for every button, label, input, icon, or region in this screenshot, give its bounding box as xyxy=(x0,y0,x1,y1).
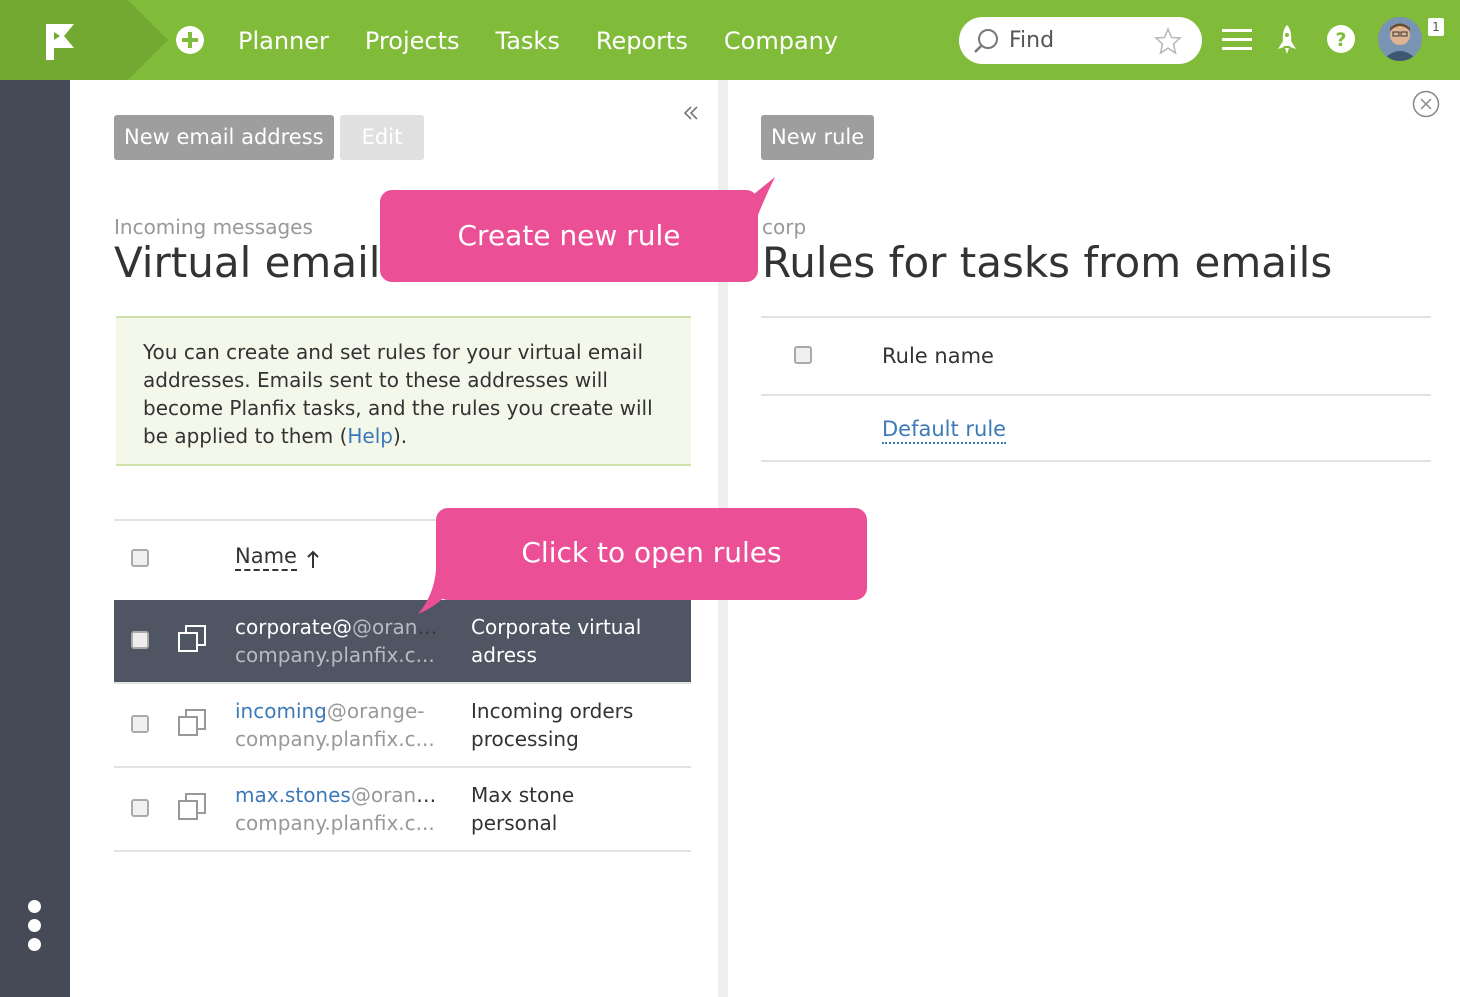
nav-projects[interactable]: Projects xyxy=(365,24,460,58)
help-link[interactable]: Help xyxy=(347,424,393,448)
row-checkbox[interactable] xyxy=(131,631,149,649)
close-icon[interactable] xyxy=(1412,90,1440,118)
svg-text:?: ? xyxy=(1335,29,1346,51)
more-icon[interactable] xyxy=(28,900,42,957)
nav-planner[interactable]: Planner xyxy=(238,24,329,58)
default-rule-link[interactable]: Default rule xyxy=(882,416,1007,444)
nav-tasks[interactable]: Tasks xyxy=(496,24,560,58)
callout-open-rules: Click to open rules xyxy=(436,508,867,600)
callout-create-rule: Create new rule xyxy=(380,190,758,282)
edit-button[interactable]: Edit xyxy=(340,115,424,160)
select-all-checkbox[interactable] xyxy=(131,549,149,567)
copy-icon[interactable] xyxy=(177,792,207,822)
nav-company[interactable]: Company xyxy=(724,24,838,58)
callout-tail xyxy=(728,177,775,215)
email-link[interactable]: incoming xyxy=(235,699,327,723)
search-icon xyxy=(974,29,998,53)
logo-arrow xyxy=(128,0,168,80)
star-icon[interactable] xyxy=(1154,27,1182,55)
select-all-rules-checkbox[interactable] xyxy=(794,346,812,364)
email-row[interactable]: max.stones@orang... company.planfix.c...… xyxy=(114,768,691,852)
new-email-address-button[interactable]: New email address xyxy=(114,115,334,160)
page-subtitle: Incoming messages xyxy=(114,215,313,239)
row-checkbox[interactable] xyxy=(131,715,149,733)
notification-badge[interactable]: 1 xyxy=(1428,18,1444,36)
name-column-header[interactable]: Name xyxy=(235,543,297,571)
main-nav: Planner Projects Tasks Reports Company xyxy=(238,24,874,58)
rule-row[interactable]: Default rule xyxy=(761,396,1431,462)
email-description: Incoming orders processing xyxy=(471,699,634,751)
rule-name-column-header: Rule name xyxy=(882,344,994,368)
nav-reports[interactable]: Reports xyxy=(596,24,688,58)
search-box xyxy=(959,17,1202,64)
new-rule-button[interactable]: New rule xyxy=(761,115,875,160)
rocket-icon[interactable] xyxy=(1275,24,1299,56)
info-text-end: ). xyxy=(392,424,408,448)
callout-tail xyxy=(418,570,464,614)
copy-icon[interactable] xyxy=(177,708,207,738)
row-checkbox[interactable] xyxy=(131,799,149,817)
email-address: max.stones@orang... company.planfix.c... xyxy=(235,783,445,835)
planfix-logo-icon xyxy=(46,24,74,60)
collapse-panel-icon[interactable] xyxy=(682,104,700,122)
help-icon[interactable]: ? xyxy=(1326,24,1356,54)
rules-title: Rules for tasks from emails xyxy=(762,238,1333,287)
email-link[interactable]: max.stones xyxy=(235,783,351,807)
email-description: Corporate virtual adress xyxy=(471,615,642,667)
top-bar: Planner Projects Tasks Reports Company ? xyxy=(0,0,1460,80)
email-address: corporate@@orange- company.planfix.c... xyxy=(235,615,445,667)
sort-ascending-icon[interactable] xyxy=(306,549,320,569)
rules-subtitle: corp xyxy=(762,215,807,239)
page-title: Virtual email xyxy=(114,238,381,287)
info-box: You can create and set rules for your vi… xyxy=(116,316,691,466)
email-row[interactable]: incoming@orange- company.planfix.c... In… xyxy=(114,684,691,768)
avatar-image-icon xyxy=(1378,17,1422,61)
search-input[interactable] xyxy=(1009,25,1149,55)
email-row[interactable]: corporate@@orange- company.planfix.c... … xyxy=(114,600,691,684)
email-address: incoming@orange- company.planfix.c... xyxy=(235,699,435,751)
left-sidebar xyxy=(0,80,70,997)
email-description: Max stone personal xyxy=(471,783,575,835)
logo-block[interactable] xyxy=(0,0,128,80)
add-icon[interactable] xyxy=(175,25,205,55)
copy-icon[interactable] xyxy=(177,624,207,654)
menu-icon[interactable] xyxy=(1222,27,1252,53)
rules-table-header: Rule name xyxy=(761,316,1431,396)
avatar[interactable] xyxy=(1378,17,1422,61)
